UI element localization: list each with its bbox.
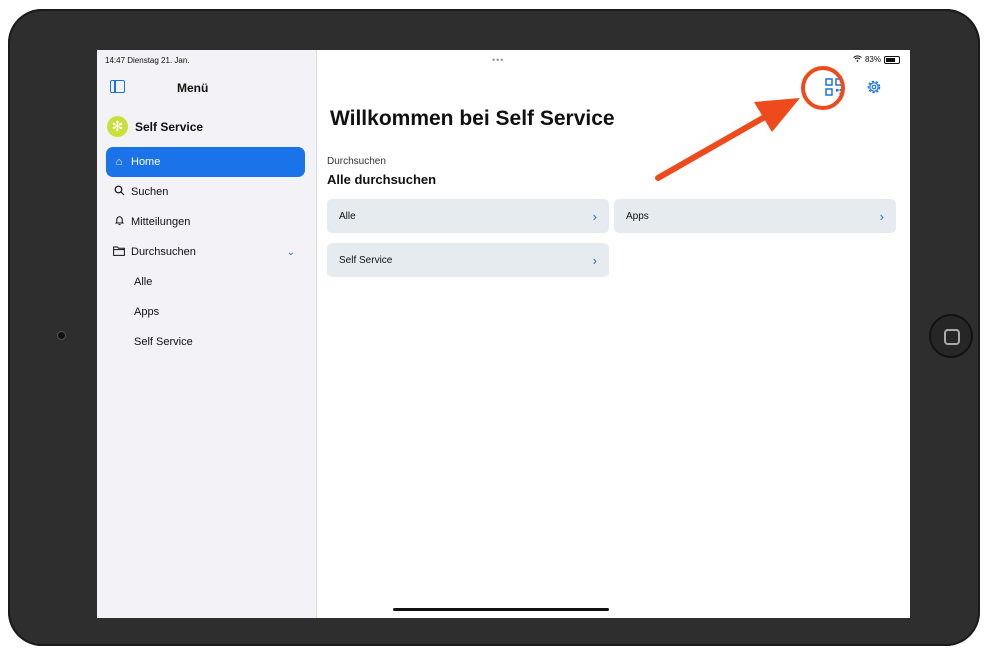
battery-percent: 83% xyxy=(864,55,881,64)
chevron-down-icon[interactable]: ⌄ xyxy=(287,247,295,258)
brand-logo-icon: ✻ xyxy=(107,116,128,137)
chevron-right-icon: › xyxy=(592,208,597,224)
status-time-date: 14:47 Dienstag 21. Jan. xyxy=(105,56,190,65)
browse-card-self-service[interactable]: Self Service › xyxy=(327,243,609,277)
sidebar-item-durchsuchen[interactable]: Durchsuchen ⌄ xyxy=(106,237,305,267)
sidebar-nav: ⌂ Home Suchen Mitteilungen Durchsuchen ⌄… xyxy=(106,147,305,357)
sidebar-title: Menü xyxy=(177,81,209,95)
house-icon: ⌂ xyxy=(115,156,123,168)
sidebar-item-mitteilungen[interactable]: Mitteilungen xyxy=(106,207,305,237)
sidebar-item-label: Suchen xyxy=(131,186,169,198)
sidebar: 14:47 Dienstag 21. Jan. Menü ✻ Self Serv… xyxy=(97,50,317,618)
sidebar-item-label: Durchsuchen xyxy=(131,246,196,258)
main-content: ••• 83% Willkommen bei Self Service Durc… xyxy=(316,50,910,618)
home-indicator[interactable] xyxy=(393,608,609,611)
sidebar-item-suchen[interactable]: Suchen xyxy=(106,177,305,207)
brand-label: Self Service xyxy=(135,119,204,134)
browse-card-apps[interactable]: Apps › xyxy=(614,199,896,233)
sidebar-item-label: Home xyxy=(131,156,161,168)
camera-icon xyxy=(57,331,66,340)
sidebar-subitem-self-service[interactable]: Self Service xyxy=(106,327,305,357)
search-icon xyxy=(113,185,125,199)
sidebar-toggle-icon[interactable] xyxy=(110,80,125,93)
chevron-right-icon: › xyxy=(879,208,884,224)
section-label: Durchsuchen xyxy=(327,156,386,167)
status-indicators: 83% xyxy=(853,55,900,64)
card-label: Self Service xyxy=(339,254,393,266)
sidebar-item-home[interactable]: ⌂ Home xyxy=(106,147,305,177)
battery-icon xyxy=(884,55,900,64)
browse-card-alle[interactable]: Alle › xyxy=(327,199,609,233)
card-label: Apps xyxy=(626,210,649,222)
wifi-icon xyxy=(853,55,862,64)
gear-icon[interactable] xyxy=(865,78,883,96)
annotation-arrow-icon xyxy=(655,98,800,181)
brand: ✻ Self Service xyxy=(107,116,203,137)
folder-icon xyxy=(113,246,125,259)
multitask-dots[interactable]: ••• xyxy=(492,55,504,65)
page-title: Willkommen bei Self Service xyxy=(330,107,615,130)
section-title: Alle durchsuchen xyxy=(327,172,437,187)
chevron-right-icon: › xyxy=(592,252,597,268)
card-label: Alle xyxy=(339,210,356,222)
sidebar-subitem-apps[interactable]: Apps xyxy=(106,297,305,327)
sidebar-item-label: Mitteilungen xyxy=(131,216,191,228)
sidebar-subitem-alle[interactable]: Alle xyxy=(106,267,305,297)
home-button[interactable] xyxy=(929,314,973,358)
bell-icon xyxy=(113,215,125,229)
